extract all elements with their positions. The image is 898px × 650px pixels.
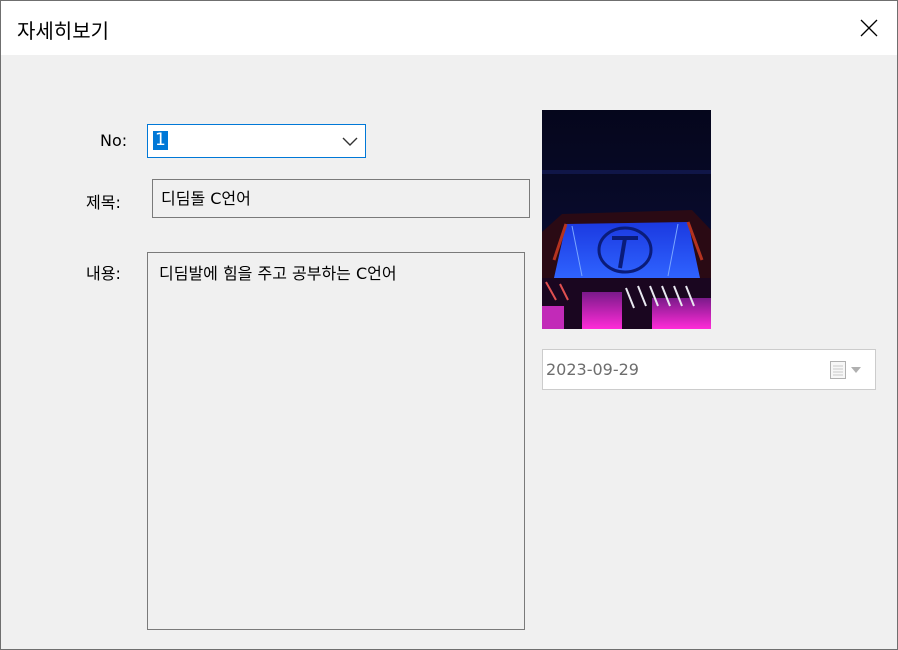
- calendar-icon: [830, 361, 861, 379]
- title-value: 디딤돌 C언어: [161, 189, 251, 208]
- date-picker[interactable]: 2023-09-29: [542, 349, 876, 390]
- close-icon: [860, 19, 878, 37]
- calendar-dropdown-button[interactable]: [829, 360, 873, 380]
- photo-image: [542, 110, 711, 329]
- close-button[interactable]: [841, 1, 897, 55]
- detail-dialog: 자세히보기 No: 1 제목: 디딤돌 C언어 내용: 디딤발에 힘을 주고 공…: [0, 0, 898, 650]
- date-value: 2023-09-29: [546, 360, 639, 379]
- title-bar: 자세히보기: [1, 1, 897, 55]
- title-label: 제목:: [86, 193, 121, 212]
- no-value: 1: [153, 130, 168, 150]
- content-textarea[interactable]: 디딤발에 힘을 주고 공부하는 C언어: [147, 252, 525, 630]
- no-label: No:: [100, 131, 128, 150]
- content-value: 디딤발에 힘을 주고 공부하는 C언어: [159, 264, 397, 283]
- content-label: 내용:: [86, 264, 121, 283]
- window-title: 자세히보기: [17, 19, 109, 43]
- title-field[interactable]: 디딤돌 C언어: [152, 179, 530, 218]
- no-combobox[interactable]: 1: [147, 124, 366, 158]
- chevron-down-icon[interactable]: [342, 134, 358, 148]
